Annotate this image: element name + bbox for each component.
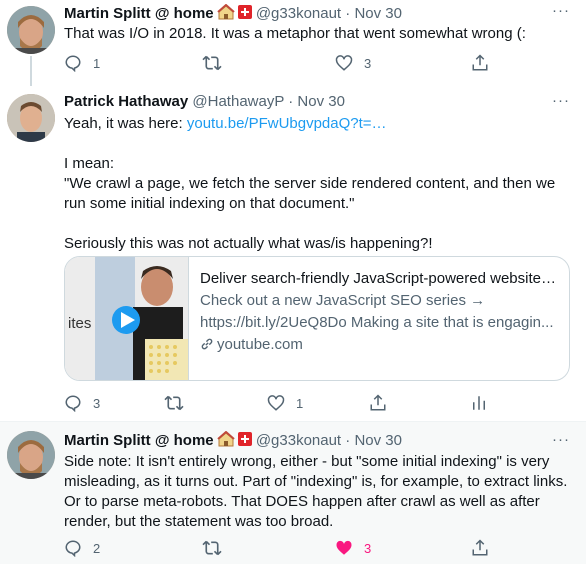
share-button[interactable] [471, 54, 489, 72]
more-options-icon[interactable]: ··· [552, 92, 570, 109]
reply-icon [65, 540, 81, 557]
avatar[interactable] [7, 6, 55, 54]
tweet-date[interactable]: Nov 30 [354, 432, 402, 449]
retweet-icon [164, 395, 184, 411]
like-count: 3 [364, 540, 372, 556]
heart-icon [335, 55, 353, 71]
tweet-actions: 2 3 [64, 539, 569, 559]
tweet-date[interactable]: Nov 30 [297, 93, 345, 110]
text-line: Or to parse meta-robots. That DOES happe… [64, 493, 540, 510]
analytics-button[interactable] [470, 394, 488, 412]
separator-dot: · [288, 93, 294, 110]
reply-count: 3 [93, 395, 101, 411]
tweet-text: Side note: It isn't entirely wrong, eith… [64, 452, 569, 532]
like-count: 1 [296, 395, 304, 411]
tweet-header: Patrick Hathaway @HathawayP · Nov 30 [64, 92, 345, 112]
text-line: render, but the statement was too broad. [64, 513, 334, 530]
intro-text: Yeah, it was here: [64, 115, 187, 132]
heart-icon [267, 395, 285, 411]
share-button[interactable] [471, 539, 489, 557]
avatar[interactable] [7, 94, 55, 142]
video-link[interactable]: youtu.be/PFwUbgvpdaQ?t=… [187, 115, 387, 132]
like-button[interactable]: 1 [267, 394, 303, 412]
text-line: I mean: [64, 155, 115, 172]
avatar[interactable] [7, 431, 55, 479]
analytics-icon [473, 396, 485, 410]
like-button[interactable]: 3 [335, 539, 371, 557]
display-name[interactable]: Patrick Hathaway [64, 93, 188, 110]
display-name[interactable]: Martin Splitt @ home [64, 5, 214, 22]
tweet[interactable]: Martin Splitt @ home @g33konaut · Nov 30… [0, 422, 586, 564]
tweet-text: That was I/O in 2018. It was a metaphor … [64, 25, 526, 42]
retweet-button[interactable] [164, 394, 195, 412]
reply-count: 1 [93, 55, 101, 71]
swiss-flag-icon [237, 5, 252, 19]
video-thumbnail[interactable]: ites [65, 257, 189, 380]
separator-dot: · [345, 432, 351, 449]
tweet[interactable]: Patrick Hathaway @HathawayP · Nov 30 ···… [0, 86, 586, 421]
tweet[interactable]: Martin Splitt @ home @g33konaut · Nov 30… [0, 0, 586, 86]
like-count: 3 [364, 55, 372, 71]
reply-count: 2 [93, 540, 101, 556]
more-options-icon[interactable]: ··· [552, 431, 570, 448]
display-name[interactable]: Martin Splitt @ home [64, 432, 214, 449]
reply-button[interactable]: 1 [64, 54, 100, 72]
card-domain: youtube.com [200, 334, 560, 358]
swiss-flag-icon [237, 432, 252, 446]
text-line: misleading, as it turns out. Part of "in… [64, 473, 568, 490]
thumbnail-caption: ites [68, 315, 92, 332]
retweet-icon [202, 540, 222, 556]
text-line: "We crawl a page, we fetch the server si… [64, 175, 556, 192]
tweet-actions: 1 3 [64, 54, 569, 74]
tweet-date[interactable]: Nov 30 [354, 5, 402, 22]
retweet-button[interactable] [202, 539, 233, 557]
text-line: run some initial indexing on that docume… [64, 195, 355, 212]
retweet-icon [202, 55, 222, 71]
card-title: Deliver search-friendly JavaScript-power… [200, 270, 560, 287]
share-button[interactable] [369, 394, 387, 412]
house-icon [216, 430, 235, 453]
tweet-actions: 3 1 [64, 394, 569, 414]
separator-dot: · [345, 5, 351, 22]
share-icon [472, 54, 488, 71]
link-preview-card[interactable]: ites Deliver search-friendly JavaScript-… [64, 256, 570, 381]
card-description: Check out a new JavaScript SEO series → [200, 292, 486, 309]
reply-button[interactable]: 2 [64, 539, 100, 557]
card-domain-text: youtube.com [217, 336, 303, 353]
reply-button[interactable]: 3 [64, 394, 100, 412]
reply-icon [65, 395, 81, 412]
card-details: Deliver search-friendly JavaScript-power… [200, 268, 560, 358]
tweet-header: Martin Splitt @ home @g33konaut · Nov 30 [64, 3, 402, 26]
more-options-icon[interactable]: ··· [552, 2, 570, 19]
user-handle[interactable]: @HathawayP [192, 93, 284, 110]
house-icon [216, 3, 235, 26]
heart-filled-icon [336, 540, 352, 555]
user-handle[interactable]: @g33konaut [256, 432, 341, 449]
text-line: Side note: It isn't entirely wrong, eith… [64, 453, 550, 470]
user-handle[interactable]: @g33konaut [256, 5, 341, 22]
card-description: https://bit.ly/2UeQ8Do Making a site tha… [200, 314, 554, 331]
tweet-text: Yeah, it was here: youtu.be/PFwUbgvpdaQ?… [64, 114, 569, 254]
share-icon [472, 539, 488, 556]
reply-icon [65, 55, 81, 72]
text-line: Seriously this was not actually what was… [64, 235, 433, 252]
share-icon [370, 394, 386, 411]
link-icon [200, 336, 214, 358]
tweet-header: Martin Splitt @ home @g33konaut · Nov 30 [64, 430, 402, 453]
retweet-button[interactable] [202, 54, 233, 72]
like-button[interactable]: 3 [335, 54, 371, 72]
